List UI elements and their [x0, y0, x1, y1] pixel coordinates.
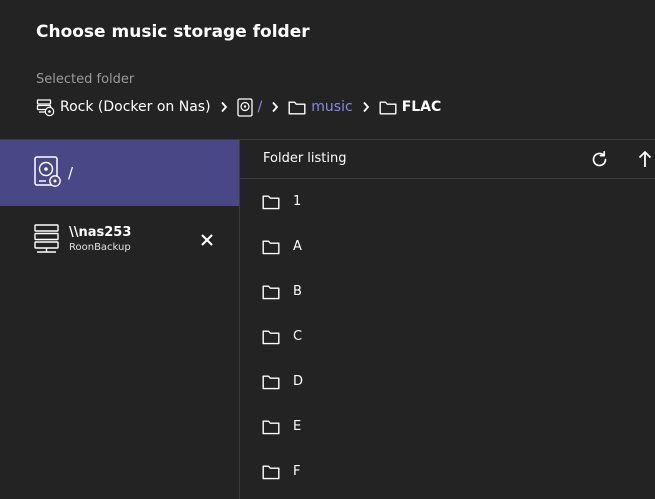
chevron-right-icon — [271, 101, 279, 113]
chevron-right-icon — [362, 101, 370, 113]
breadcrumb-item-root[interactable]: / — [236, 97, 263, 117]
folder-row[interactable]: C — [240, 314, 655, 359]
selected-folder-label: Selected folder — [36, 72, 135, 87]
dialog-title: Choose music storage folder — [36, 22, 310, 42]
folder-icon — [288, 101, 306, 114]
refresh-icon[interactable] — [590, 150, 609, 169]
location-root-label: / — [68, 164, 74, 182]
breadcrumb-label: music — [311, 99, 353, 115]
folder-icon — [262, 465, 280, 479]
drive-icon — [236, 97, 253, 117]
location-nas-share: RoonBackup — [69, 242, 131, 253]
folder-icon — [262, 375, 280, 389]
folder-row[interactable]: E — [240, 404, 655, 449]
breadcrumb-label: / — [257, 99, 263, 115]
folder-listing-header: Folder listing — [240, 140, 655, 179]
folder-icon — [262, 240, 280, 254]
location-root[interactable]: / — [0, 140, 239, 206]
folder-icon — [262, 330, 280, 344]
chevron-right-icon — [220, 101, 228, 113]
breadcrumb-item-core[interactable]: Rock (Docker on Nas) — [36, 98, 211, 117]
server-core-icon — [36, 98, 55, 116]
breadcrumb: Rock (Docker on Nas) / music FLAC — [36, 96, 441, 118]
location-sidebar: / \\nas253 RoonBackup — [0, 140, 239, 499]
breadcrumb-item-music[interactable]: music — [288, 99, 353, 115]
breadcrumb-label: Rock (Docker on Nas) — [60, 99, 211, 115]
folder-icon — [262, 285, 280, 299]
folder-name: A — [293, 239, 302, 254]
folder-icon — [262, 420, 280, 434]
breadcrumb-label: FLAC — [401, 99, 442, 115]
folder-name: 1 — [293, 194, 302, 209]
folder-name: C — [293, 329, 303, 344]
folder-listing-title: Folder listing — [263, 151, 347, 166]
arrow-up-icon[interactable] — [638, 150, 652, 168]
location-nas-name: \\nas253 — [69, 225, 132, 240]
folder-row[interactable]: B — [240, 269, 655, 314]
folder-row[interactable]: A — [240, 224, 655, 269]
folder-listing-pane: Folder listing 1 A B C D E F — [240, 140, 655, 499]
server-icon — [34, 224, 59, 253]
folder-name: E — [293, 419, 302, 434]
folder-icon — [379, 101, 397, 114]
folder-list: 1 A B C D E F — [240, 179, 655, 494]
close-icon[interactable] — [199, 232, 215, 248]
drive-icon — [34, 156, 61, 187]
folder-name: B — [293, 284, 302, 299]
location-nas253[interactable]: \\nas253 RoonBackup — [0, 220, 239, 260]
folder-icon — [262, 195, 280, 209]
folder-row[interactable]: 1 — [240, 179, 655, 224]
folder-name: F — [293, 464, 301, 479]
breadcrumb-item-flac: FLAC — [379, 99, 442, 115]
folder-row[interactable]: D — [240, 359, 655, 404]
folder-row[interactable]: F — [240, 449, 655, 494]
folder-name: D — [293, 374, 304, 389]
